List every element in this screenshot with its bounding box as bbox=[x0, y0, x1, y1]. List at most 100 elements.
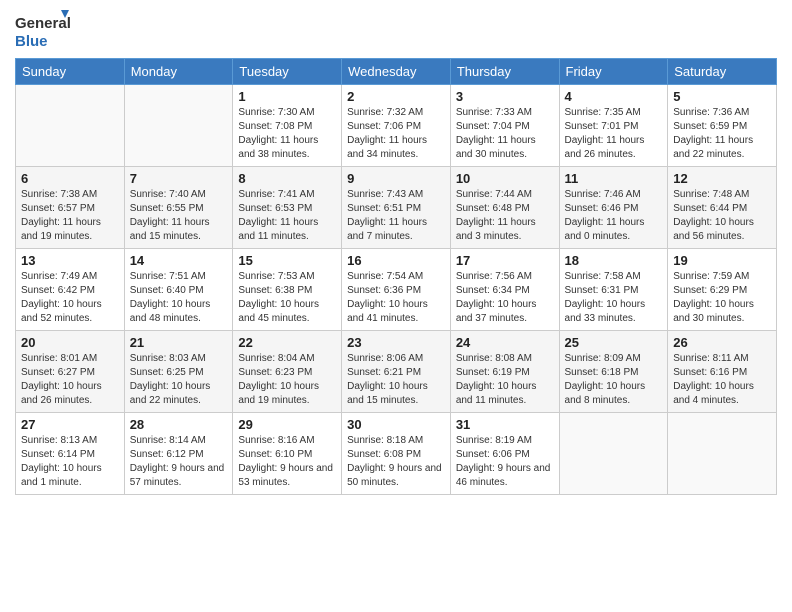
day-info: Sunrise: 7:51 AM Sunset: 6:40 PM Dayligh… bbox=[130, 270, 228, 326]
day-info: Sunrise: 8:19 AM Sunset: 6:06 PM Dayligh… bbox=[456, 434, 554, 490]
day-of-week-saturday: Saturday bbox=[668, 59, 777, 85]
day-info: Sunrise: 7:56 AM Sunset: 6:34 PM Dayligh… bbox=[456, 270, 554, 326]
day-info: Sunrise: 7:40 AM Sunset: 6:55 PM Dayligh… bbox=[130, 188, 228, 244]
day-info: Sunrise: 8:03 AM Sunset: 6:25 PM Dayligh… bbox=[130, 352, 228, 408]
calendar-cell: 24Sunrise: 8:08 AM Sunset: 6:19 PM Dayli… bbox=[450, 331, 559, 413]
day-number: 5 bbox=[673, 89, 771, 104]
logo-svg: GeneralBlue bbox=[15, 10, 70, 52]
day-number: 14 bbox=[130, 253, 228, 268]
calendar-cell bbox=[559, 413, 668, 495]
day-number: 6 bbox=[21, 171, 119, 186]
calendar-week-5: 27 Sunrise: 8:13 AM Sunset: 6:14 PM Dayli… bbox=[16, 413, 777, 495]
calendar-cell bbox=[16, 85, 125, 167]
calendar-cell: 1 Sunrise: 7:30 AM Sunset: 7:08 PM Daylig… bbox=[233, 85, 342, 167]
calendar-cell: 8 Sunrise: 7:41 AM Sunset: 6:53 PM Daylig… bbox=[233, 167, 342, 249]
day-number: 4 bbox=[565, 89, 663, 104]
day-info: Sunrise: 8:14 AM Sunset: 6:12 PM Dayligh… bbox=[130, 434, 228, 490]
day-number: 11 bbox=[565, 171, 663, 186]
day-info: Sunrise: 7:46 AM Sunset: 6:46 PM Dayligh… bbox=[565, 188, 663, 244]
day-info: Sunrise: 8:18 AM Sunset: 6:08 PM Dayligh… bbox=[347, 434, 445, 490]
calendar-cell: 30 Sunrise: 8:18 AM Sunset: 6:08 PM Dayli… bbox=[342, 413, 451, 495]
day-number: 28 bbox=[130, 417, 228, 432]
day-number: 24 bbox=[456, 335, 554, 350]
calendar-cell: 9 Sunrise: 7:43 AM Sunset: 6:51 PM Daylig… bbox=[342, 167, 451, 249]
day-info: Sunrise: 7:36 AM Sunset: 6:59 PM Dayligh… bbox=[673, 106, 771, 162]
day-number: 19 bbox=[673, 253, 771, 268]
day-number: 29 bbox=[238, 417, 336, 432]
calendar-week-1: 1 Sunrise: 7:30 AM Sunset: 7:08 PM Daylig… bbox=[16, 85, 777, 167]
day-info: Sunrise: 7:59 AM Sunset: 6:29 PM Dayligh… bbox=[673, 270, 771, 326]
calendar-cell: 22Sunrise: 8:04 AM Sunset: 6:23 PM Dayli… bbox=[233, 331, 342, 413]
day-info: Sunrise: 7:32 AM Sunset: 7:06 PM Dayligh… bbox=[347, 106, 445, 162]
day-info: Sunrise: 8:06 AM Sunset: 6:21 PM Dayligh… bbox=[347, 352, 445, 408]
calendar-cell: 11 Sunrise: 7:46 AM Sunset: 6:46 PM Dayli… bbox=[559, 167, 668, 249]
day-info: Sunrise: 7:33 AM Sunset: 7:04 PM Dayligh… bbox=[456, 106, 554, 162]
day-number: 9 bbox=[347, 171, 445, 186]
day-of-week-thursday: Thursday bbox=[450, 59, 559, 85]
day-number: 3 bbox=[456, 89, 554, 104]
calendar-cell: 4 Sunrise: 7:35 AM Sunset: 7:01 PM Daylig… bbox=[559, 85, 668, 167]
day-of-week-friday: Friday bbox=[559, 59, 668, 85]
day-info: Sunrise: 7:53 AM Sunset: 6:38 PM Dayligh… bbox=[238, 270, 336, 326]
calendar-cell: 13Sunrise: 7:49 AM Sunset: 6:42 PM Dayli… bbox=[16, 249, 125, 331]
day-number: 1 bbox=[238, 89, 336, 104]
day-of-week-tuesday: Tuesday bbox=[233, 59, 342, 85]
day-info: Sunrise: 7:54 AM Sunset: 6:36 PM Dayligh… bbox=[347, 270, 445, 326]
day-info: Sunrise: 8:04 AM Sunset: 6:23 PM Dayligh… bbox=[238, 352, 336, 408]
day-info: Sunrise: 7:35 AM Sunset: 7:01 PM Dayligh… bbox=[565, 106, 663, 162]
day-info: Sunrise: 8:11 AM Sunset: 6:16 PM Dayligh… bbox=[673, 352, 771, 408]
day-number: 23 bbox=[347, 335, 445, 350]
day-number: 2 bbox=[347, 89, 445, 104]
day-info: Sunrise: 7:43 AM Sunset: 6:51 PM Dayligh… bbox=[347, 188, 445, 244]
day-info: Sunrise: 7:58 AM Sunset: 6:31 PM Dayligh… bbox=[565, 270, 663, 326]
calendar-cell: 14 Sunrise: 7:51 AM Sunset: 6:40 PM Dayli… bbox=[124, 249, 233, 331]
calendar-cell: 7 Sunrise: 7:40 AM Sunset: 6:55 PM Daylig… bbox=[124, 167, 233, 249]
day-info: Sunrise: 8:01 AM Sunset: 6:27 PM Dayligh… bbox=[21, 352, 119, 408]
day-of-week-monday: Monday bbox=[124, 59, 233, 85]
day-number: 18 bbox=[565, 253, 663, 268]
day-number: 20 bbox=[21, 335, 119, 350]
calendar-cell bbox=[668, 413, 777, 495]
day-info: Sunrise: 7:30 AM Sunset: 7:08 PM Dayligh… bbox=[238, 106, 336, 162]
logo: GeneralBlue bbox=[15, 10, 70, 52]
calendar-cell: 18 Sunrise: 7:58 AM Sunset: 6:31 PM Dayli… bbox=[559, 249, 668, 331]
calendar-cell: 23 Sunrise: 8:06 AM Sunset: 6:21 PM Dayli… bbox=[342, 331, 451, 413]
day-of-week-sunday: Sunday bbox=[16, 59, 125, 85]
day-number: 7 bbox=[130, 171, 228, 186]
calendar-cell: 31Sunrise: 8:19 AM Sunset: 6:06 PM Dayli… bbox=[450, 413, 559, 495]
calendar-cell: 19 Sunrise: 7:59 AM Sunset: 6:29 PM Dayli… bbox=[668, 249, 777, 331]
day-number: 8 bbox=[238, 171, 336, 186]
calendar-cell: 25Sunrise: 8:09 AM Sunset: 6:18 PM Dayli… bbox=[559, 331, 668, 413]
day-info: Sunrise: 7:49 AM Sunset: 6:42 PM Dayligh… bbox=[21, 270, 119, 326]
calendar-week-2: 6Sunrise: 7:38 AM Sunset: 6:57 PM Daylig… bbox=[16, 167, 777, 249]
day-info: Sunrise: 8:16 AM Sunset: 6:10 PM Dayligh… bbox=[238, 434, 336, 490]
day-info: Sunrise: 7:48 AM Sunset: 6:44 PM Dayligh… bbox=[673, 188, 771, 244]
calendar-cell: 29 Sunrise: 8:16 AM Sunset: 6:10 PM Dayli… bbox=[233, 413, 342, 495]
day-number: 30 bbox=[347, 417, 445, 432]
calendar-cell: 28 Sunrise: 8:14 AM Sunset: 6:12 PM Dayli… bbox=[124, 413, 233, 495]
day-number: 10 bbox=[456, 171, 554, 186]
calendar-week-4: 20 Sunrise: 8:01 AM Sunset: 6:27 PM Dayli… bbox=[16, 331, 777, 413]
day-info: Sunrise: 7:41 AM Sunset: 6:53 PM Dayligh… bbox=[238, 188, 336, 244]
calendar-table: SundayMondayTuesdayWednesdayThursdayFrid… bbox=[15, 58, 777, 495]
calendar-cell: 21 Sunrise: 8:03 AM Sunset: 6:25 PM Dayli… bbox=[124, 331, 233, 413]
calendar-header-row: SundayMondayTuesdayWednesdayThursdayFrid… bbox=[16, 59, 777, 85]
calendar-cell: 2 Sunrise: 7:32 AM Sunset: 7:06 PM Daylig… bbox=[342, 85, 451, 167]
header: GeneralBlue bbox=[15, 10, 777, 52]
day-of-week-wednesday: Wednesday bbox=[342, 59, 451, 85]
day-number: 27 bbox=[21, 417, 119, 432]
day-number: 17 bbox=[456, 253, 554, 268]
day-info: Sunrise: 8:13 AM Sunset: 6:14 PM Dayligh… bbox=[21, 434, 119, 490]
calendar-cell: 5 Sunrise: 7:36 AM Sunset: 6:59 PM Daylig… bbox=[668, 85, 777, 167]
calendar-week-3: 13Sunrise: 7:49 AM Sunset: 6:42 PM Dayli… bbox=[16, 249, 777, 331]
day-number: 26 bbox=[673, 335, 771, 350]
day-info: Sunrise: 8:09 AM Sunset: 6:18 PM Dayligh… bbox=[565, 352, 663, 408]
day-number: 16 bbox=[347, 253, 445, 268]
calendar-cell: 20 Sunrise: 8:01 AM Sunset: 6:27 PM Dayli… bbox=[16, 331, 125, 413]
calendar-cell: 26 Sunrise: 8:11 AM Sunset: 6:16 PM Dayli… bbox=[668, 331, 777, 413]
day-number: 21 bbox=[130, 335, 228, 350]
calendar-cell: 15Sunrise: 7:53 AM Sunset: 6:38 PM Dayli… bbox=[233, 249, 342, 331]
calendar-cell: 3 Sunrise: 7:33 AM Sunset: 7:04 PM Daylig… bbox=[450, 85, 559, 167]
calendar-cell: 6Sunrise: 7:38 AM Sunset: 6:57 PM Daylig… bbox=[16, 167, 125, 249]
calendar-cell: 12Sunrise: 7:48 AM Sunset: 6:44 PM Dayli… bbox=[668, 167, 777, 249]
